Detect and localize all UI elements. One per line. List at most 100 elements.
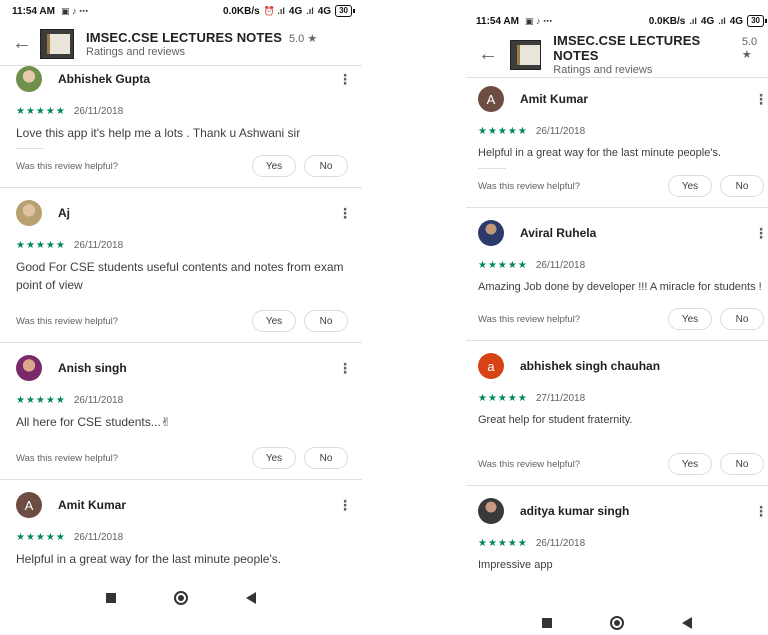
more-vert-icon[interactable]: ⋮ (754, 91, 768, 108)
reviewer-name: Amit Kumar (520, 92, 589, 106)
app-rating: 5.0 ★ (741, 36, 758, 61)
battery-icon: 30 (747, 15, 767, 27)
review-item: Aviral Ruhela ⋮ ★★★★★ 26/11/2018 Amazing… (466, 208, 768, 341)
helpful-no-button[interactable]: No (304, 447, 348, 469)
app-icon (40, 28, 74, 59)
network-type-1: 4G (288, 5, 303, 17)
page-subtitle: Ratings and reviews (553, 64, 653, 76)
helpful-row: Was this review helpful? Yes No (478, 306, 764, 332)
more-vert-icon[interactable]: ⋮ (754, 503, 768, 520)
helpful-no-button[interactable]: No (720, 453, 764, 475)
left-screen: 11:54 AM ▣ ♪ ⋯ 0.0KB/s ⏰ .ıl 4G .ıl 4G 3… (0, 0, 362, 635)
review-date: 26/11/2018 (535, 125, 586, 137)
star-rating: ★★★★★ (478, 537, 528, 549)
review-list: Abhishek Gupta ⋮ ★★★★★ 26/11/2018 Love t… (0, 60, 362, 568)
more-vert-icon[interactable]: ⋮ (338, 71, 352, 88)
helpful-yes-button[interactable]: Yes (252, 155, 296, 177)
app-title: IMSEC.CSE LECTURES NOTES (86, 29, 282, 45)
review-date: 26/11/2018 (73, 531, 124, 543)
nav-back-icon[interactable] (246, 592, 256, 604)
avatar (16, 66, 42, 92)
helpful-yes-button[interactable]: Yes (668, 175, 712, 197)
review-text: Good For CSE students useful contents an… (16, 260, 344, 292)
more-vert-icon[interactable]: ⋮ (338, 205, 352, 222)
star-rating: ★★★★★ (16, 531, 66, 543)
helpful-yes-button[interactable]: Yes (252, 310, 296, 332)
divider (478, 168, 506, 169)
avatar (478, 220, 504, 246)
review-date: 26/11/2018 (73, 394, 124, 406)
recents-icon[interactable] (542, 618, 552, 628)
review-date: 26/11/2018 (535, 259, 586, 271)
page-subtitle: Ratings and reviews (86, 45, 186, 58)
status-time: 11:54 AM (476, 15, 519, 27)
star-rating: ★★★★★ (478, 259, 528, 271)
app-bar: ← IMSEC.CSE LECTURES NOTES 5.0 ★ Ratings… (466, 32, 768, 78)
reviewer-name: Aj (58, 206, 70, 220)
helpful-row: Was this review helpful? Yes No (16, 445, 348, 471)
review-date: 26/11/2018 (73, 239, 124, 251)
network-speed: 0.0KB/s (648, 15, 686, 27)
helpful-row: Was this review helpful? Yes No (478, 173, 764, 199)
helpful-question: Was this review helpful? (478, 458, 581, 470)
network-type-1: 4G (700, 15, 715, 27)
recents-icon[interactable] (106, 593, 116, 603)
review-item: Abhishek Gupta ⋮ ★★★★★ 26/11/2018 Love t… (0, 60, 362, 188)
review-date: 26/11/2018 (535, 537, 586, 549)
app-title: IMSEC.CSE LECTURES NOTES (553, 33, 701, 63)
star-rating: ★★★★★ (16, 239, 66, 251)
app-rating: 5.0 ★ (288, 32, 318, 45)
notification-icon: ▣ ♪ ⋯ (60, 5, 88, 16)
helpful-no-button[interactable]: No (720, 308, 764, 330)
status-bar: 11:54 AM ▣ ♪ ⋯ 0.0KB/s ⏰ .ıl 4G .ıl 4G 3… (0, 0, 362, 22)
reviewer-name: Anish singh (58, 361, 127, 375)
review-text: Helpful in a great way for the last minu… (16, 552, 282, 566)
review-text: Impressive app (478, 559, 553, 571)
more-vert-icon[interactable]: ⋮ (754, 225, 768, 242)
system-nav-bar (466, 608, 768, 635)
star-rating: ★★★★★ (16, 105, 66, 117)
helpful-row: Was this review helpful? Yes No (16, 153, 348, 179)
review-item: Anish singh ⋮ ★★★★★ 26/11/2018 All here … (0, 343, 362, 480)
review-item: A Amit Kumar ⋮ ★★★★★ 26/11/2018 Helpful … (466, 84, 768, 208)
review-text: All here for CSE students...✌ (16, 415, 171, 429)
battery-icon: 30 (335, 5, 355, 17)
helpful-yes-button[interactable]: Yes (668, 453, 712, 475)
signal-icon: .ıl (718, 16, 726, 26)
arrow-back-icon[interactable]: ← (12, 32, 40, 55)
star-rating: ★★★★★ (478, 125, 528, 137)
review-text: Amazing Job done by developer !!! A mira… (478, 281, 762, 293)
review-text: Helpful in a great way for the last minu… (478, 147, 722, 159)
avatar: A (16, 492, 42, 518)
notification-icon: ▣ ♪ ⋯ (524, 15, 552, 26)
helpful-question: Was this review helpful? (16, 160, 119, 172)
review-item: Aj ⋮ ★★★★★ 26/11/2018 Good For CSE stude… (0, 188, 362, 343)
review-text: Great help for student fraternity. (478, 414, 633, 426)
helpful-yes-button[interactable]: Yes (668, 308, 712, 330)
helpful-yes-button[interactable]: Yes (252, 447, 296, 469)
home-icon[interactable] (174, 591, 188, 605)
avatar: a (478, 353, 504, 379)
helpful-no-button[interactable]: No (304, 155, 348, 177)
review-item: A Amit Kumar ⋮ ★★★★★ 26/11/2018 Helpful … (0, 480, 362, 568)
nav-back-icon[interactable] (682, 617, 692, 629)
helpful-question: Was this review helpful? (16, 452, 119, 464)
more-vert-icon[interactable]: ⋮ (338, 497, 352, 514)
reviewer-name: Amit Kumar (58, 498, 127, 512)
helpful-no-button[interactable]: No (720, 175, 764, 197)
status-time: 11:54 AM (12, 5, 55, 17)
arrow-back-icon[interactable]: ← (478, 43, 510, 66)
avatar (16, 355, 42, 381)
divider (16, 148, 44, 149)
reviewer-name: aditya kumar singh (520, 504, 630, 518)
signal-icon: .ıl (689, 16, 697, 26)
home-icon[interactable] (610, 616, 624, 630)
reviewer-name: Abhishek Gupta (58, 72, 151, 86)
helpful-row: Was this review helpful? Yes No (478, 451, 764, 477)
helpful-no-button[interactable]: No (304, 310, 348, 332)
more-vert-icon[interactable]: ⋮ (338, 360, 352, 377)
helpful-question: Was this review helpful? (478, 180, 581, 192)
reviewer-name: abhishek singh chauhan (520, 359, 661, 373)
review-item: a abhishek singh chauhan ★★★★★ 27/11/201… (466, 341, 768, 486)
app-icon (509, 39, 542, 70)
